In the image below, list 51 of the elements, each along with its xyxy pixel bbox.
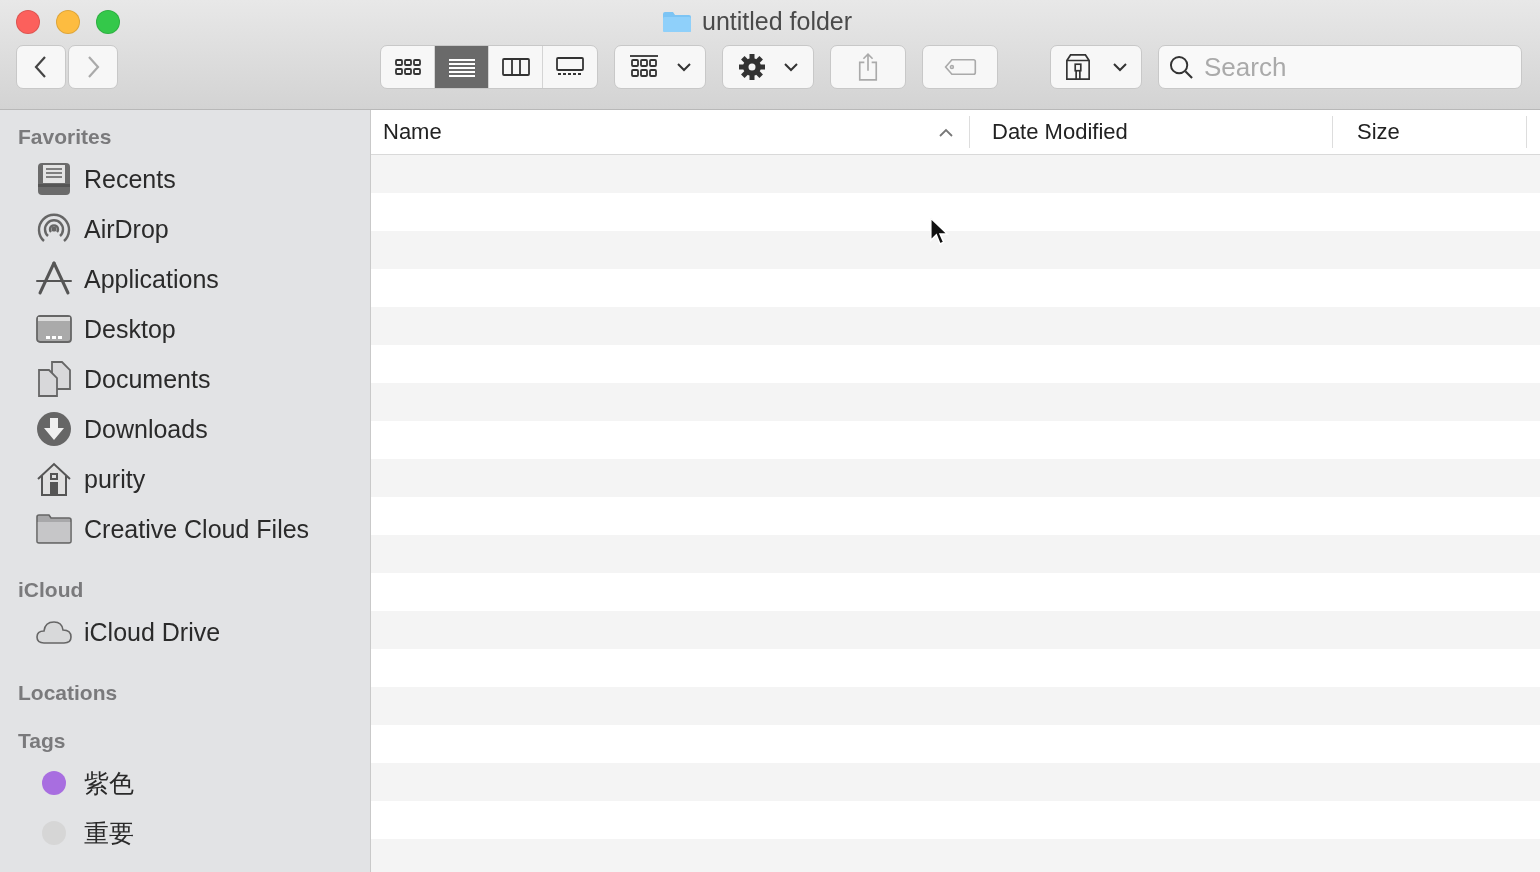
section-header: Favorites — [17, 125, 113, 149]
action-button[interactable] — [722, 45, 814, 89]
sidebar-item[interactable]: iCloud Drive — [0, 607, 370, 657]
sidebar-item[interactable]: Documents — [0, 354, 370, 404]
tag-icon — [943, 58, 977, 76]
sidebar-item[interactable]: Downloads — [0, 404, 370, 454]
sidebar-item[interactable]: Creative Cloud Files — [0, 504, 370, 554]
close-button[interactable] — [16, 10, 40, 34]
list-icon — [446, 56, 477, 78]
view-mode-control[interactable] — [380, 45, 598, 89]
tray-icon — [36, 161, 72, 197]
documents-icon — [36, 361, 72, 397]
download-icon — [36, 411, 72, 447]
sidebar-item[interactable]: Recents — [0, 154, 370, 204]
section-header: iCloud — [17, 578, 85, 602]
search-input[interactable]: Search — [1204, 51, 1504, 83]
gallery-icon — [555, 56, 585, 78]
share-icon — [857, 52, 879, 82]
grid-icon — [392, 56, 423, 78]
chevron-down-icon — [677, 62, 691, 72]
list-view-button[interactable] — [435, 46, 489, 88]
sidebar-item[interactable]: Applications — [0, 254, 370, 304]
section-header: Locations — [17, 681, 119, 705]
sort-ascending-icon — [939, 127, 953, 137]
chevron-down-icon — [1113, 62, 1127, 72]
column-header[interactable]: Date Modified — [970, 116, 1333, 148]
column-header[interactable]: Name — [371, 116, 970, 148]
app-store-icon — [36, 261, 72, 297]
sidebar-item[interactable]: purity — [0, 454, 370, 504]
sidebar-item[interactable]: 重要 — [0, 808, 370, 858]
chevron-down-icon — [784, 62, 798, 72]
home-icon — [36, 461, 72, 497]
back-button[interactable] — [16, 45, 66, 89]
column-header[interactable]: Size — [1333, 116, 1527, 148]
group-button[interactable] — [614, 45, 706, 89]
group-icon — [629, 54, 659, 80]
search-icon — [1169, 54, 1194, 80]
box-icon — [1065, 53, 1091, 81]
window-title: untitled folder — [702, 7, 853, 36]
sidebar-item[interactable]: Desktop — [0, 304, 370, 354]
columns-icon — [500, 56, 531, 78]
folder-icon — [662, 10, 692, 33]
folder-icon — [36, 511, 72, 547]
dropbox-button[interactable] — [1050, 45, 1142, 89]
section-header: Tags — [17, 729, 67, 753]
search-field[interactable]: Search — [1158, 45, 1522, 89]
left-chevron-icon — [34, 55, 48, 79]
sidebar-item[interactable]: 紫色 — [0, 758, 370, 808]
right-chevron-icon — [86, 55, 100, 79]
sidebar-item[interactable]: AirDrop — [0, 204, 370, 254]
gear-icon — [738, 53, 766, 81]
